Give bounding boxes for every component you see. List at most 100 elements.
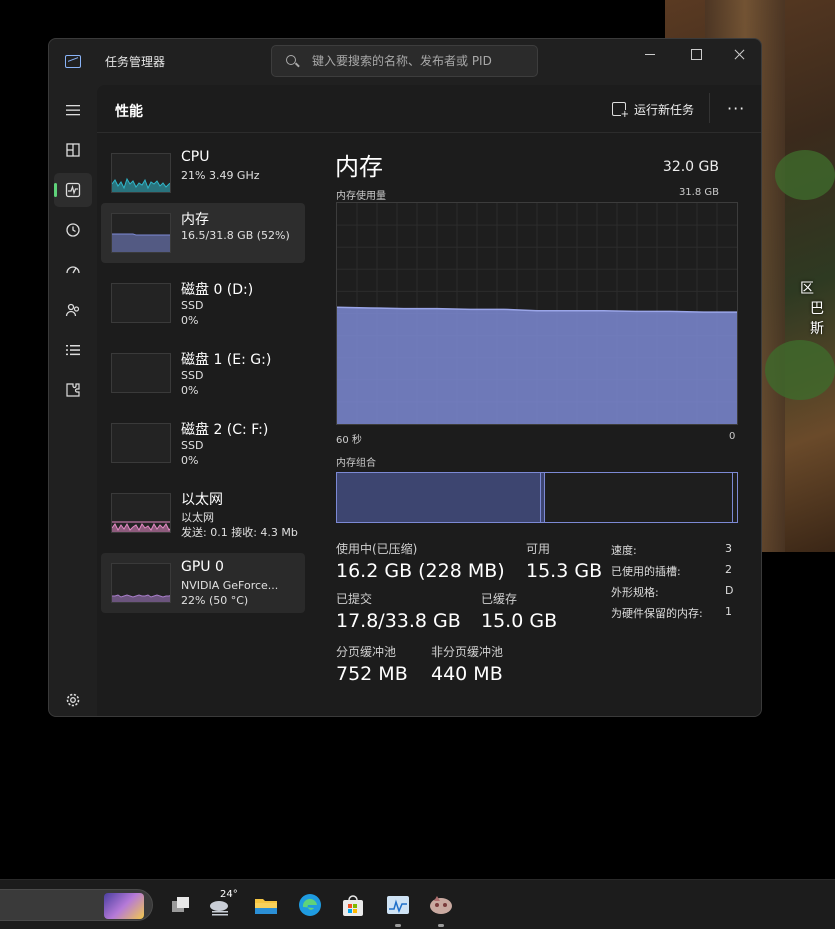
leaf-shape bbox=[775, 150, 835, 200]
perf-item-ethernet[interactable]: 以太网 以太网 发送: 0.1 接收: 4.3 Mb bbox=[101, 483, 305, 543]
task-manager-taskbar-icon[interactable] bbox=[385, 892, 411, 918]
composition-segment bbox=[545, 473, 733, 522]
kv-speed: 速度: 3 bbox=[611, 542, 732, 558]
x-axis-end-label: 0 bbox=[729, 431, 736, 442]
header-divider bbox=[709, 93, 710, 123]
title-bar[interactable]: 任务管理器 bbox=[49, 39, 761, 85]
perf-item-gpu[interactable]: GPU 0 NVIDIA GeForce... 22% (50 °C) bbox=[101, 553, 305, 613]
stat-value: 752 MB bbox=[336, 663, 408, 685]
perf-item-detail: 16.5/31.8 GB (52%) bbox=[181, 229, 290, 242]
ethernet-thumbnail-graph bbox=[111, 493, 171, 533]
memory-total: 32.0 GB bbox=[662, 159, 719, 175]
stat-in-use: 使用中(已压缩) 16.2 GB (228 MB) bbox=[336, 540, 505, 582]
hamburger-menu-icon[interactable] bbox=[54, 93, 92, 127]
perf-item-type: SSD bbox=[181, 299, 204, 312]
disk-thumbnail-graph bbox=[111, 353, 171, 393]
perf-item-disk-0[interactable]: 磁盘 0 (D:) SSD 0% bbox=[101, 273, 305, 333]
startup-apps-icon[interactable] bbox=[54, 253, 92, 287]
page-header: 性能 运行新任务 ··· bbox=[97, 85, 761, 133]
search-box[interactable] bbox=[271, 45, 538, 77]
composition-segment bbox=[733, 473, 737, 522]
thumbnail-area bbox=[112, 179, 170, 192]
processes-icon[interactable] bbox=[54, 133, 92, 167]
file-explorer-icon[interactable] bbox=[253, 892, 279, 918]
stat-label: 已提交 bbox=[336, 592, 373, 606]
perf-item-cpu[interactable]: CPU 21% 3.49 GHz bbox=[101, 143, 305, 203]
edge-browser-icon[interactable] bbox=[297, 892, 323, 918]
perf-item-disk-2[interactable]: 磁盘 2 (C: F:) SSD 0% bbox=[101, 413, 305, 473]
usage-graph-label: 内存使用量 bbox=[336, 191, 386, 202]
taskbar-search[interactable] bbox=[0, 889, 153, 921]
stat-nonpaged-pool: 非分页缓冲池 440 MB bbox=[431, 643, 503, 685]
gpu-thumbnail-graph bbox=[111, 563, 171, 603]
services-icon[interactable] bbox=[54, 373, 92, 407]
main-content: 性能 运行新任务 ··· CPU 21% 3.49 GHz 内存 16.5/31 bbox=[97, 85, 761, 716]
performance-icon[interactable] bbox=[54, 173, 92, 207]
stat-cached: 已缓存 15.0 GB bbox=[481, 590, 557, 632]
perf-item-detail: 21% 3.49 GHz bbox=[181, 169, 260, 182]
app-history-icon[interactable] bbox=[54, 213, 92, 247]
settings-gear-icon[interactable] bbox=[54, 683, 92, 716]
new-task-icon bbox=[612, 102, 629, 120]
memory-composition-bar bbox=[336, 472, 738, 523]
stat-value: 440 MB bbox=[431, 663, 503, 685]
memory-thumbnail-graph bbox=[111, 213, 171, 253]
task-manager-window: 任务管理器 键入要搜索的名称、发布者或 PID 性能 + 运行新任务 ··· C… bbox=[48, 38, 762, 717]
maximize-button[interactable] bbox=[673, 39, 719, 71]
kv-key: 外形规格: bbox=[611, 586, 659, 599]
stat-label: 已缓存 bbox=[481, 592, 518, 606]
detail-title: 内存 bbox=[335, 153, 383, 181]
perf-item-memory[interactable]: 内存 16.5/31.8 GB (52%) bbox=[101, 203, 305, 263]
details-icon[interactable] bbox=[54, 333, 92, 367]
run-new-task-button[interactable]: 运行新任务 bbox=[612, 99, 694, 120]
window-title: 任务管理器 bbox=[105, 55, 166, 69]
search-input[interactable] bbox=[312, 52, 532, 70]
perf-item-usage: 22% (50 °C) bbox=[181, 594, 249, 607]
stat-committed: 已提交 17.8/33.8 GB bbox=[336, 590, 461, 632]
kv-key: 为硬件保留的内存: bbox=[611, 607, 703, 620]
perf-item-usage: 0% bbox=[181, 384, 199, 397]
perf-item-name: 磁盘 2 (C: F:) bbox=[181, 422, 269, 438]
stat-label: 可用 bbox=[526, 542, 551, 556]
taskbar: 24° bbox=[0, 879, 835, 929]
perf-item-name: GPU 0 bbox=[181, 559, 224, 575]
disk-thumbnail-graph bbox=[111, 423, 171, 463]
task-view-icon[interactable] bbox=[167, 892, 193, 918]
perf-item-usage: 0% bbox=[181, 314, 199, 327]
kv-value: 2 bbox=[725, 563, 732, 576]
leaf-shape bbox=[765, 340, 835, 400]
stat-value: 15.0 GB bbox=[481, 610, 558, 632]
perf-item-type: SSD bbox=[181, 439, 204, 452]
perf-item-name: 以太网 bbox=[181, 492, 223, 508]
perf-item-throughput: 发送: 0.1 接收: 4.3 Mb bbox=[181, 526, 298, 539]
search-highlight-image bbox=[104, 893, 144, 919]
close-button[interactable] bbox=[717, 39, 761, 71]
users-icon[interactable] bbox=[54, 293, 92, 327]
cpu-thumbnail-graph bbox=[111, 153, 171, 193]
stat-label: 分页缓冲池 bbox=[336, 645, 397, 659]
kv-hardware-reserved: 为硬件保留的内存: 1 bbox=[611, 605, 732, 621]
stat-label: 非分页缓冲池 bbox=[431, 645, 504, 659]
perf-item-name: 磁盘 1 (E: G:) bbox=[181, 352, 272, 368]
memory-usage-graph bbox=[336, 202, 738, 425]
desktop: 区 巴斯 任务管理器 键入要搜索的名称、发布者或 PID 性能 + 运行新任务 … bbox=[0, 0, 835, 929]
game-app-icon[interactable] bbox=[428, 892, 454, 918]
stat-value: 17.8/33.8 GB bbox=[336, 610, 461, 632]
more-options-icon[interactable]: ··· bbox=[727, 99, 745, 118]
composition-label: 内存组合 bbox=[336, 458, 376, 469]
minimize-button[interactable] bbox=[627, 39, 673, 71]
perf-item-disk-1[interactable]: 磁盘 1 (E: G:) SSD 0% bbox=[101, 343, 305, 403]
perf-item-type: SSD bbox=[181, 369, 204, 382]
perf-item-usage: 0% bbox=[181, 454, 199, 467]
nav-rail bbox=[49, 85, 97, 716]
weather-temperature: 24° bbox=[220, 889, 238, 900]
memory-usage-area bbox=[337, 307, 737, 424]
page-title: 性能 bbox=[115, 104, 143, 120]
game-label-2: 巴斯 bbox=[810, 301, 824, 337]
game-label-1: 区 bbox=[800, 281, 814, 297]
thumbnail-area bbox=[112, 234, 170, 252]
perf-item-name: 内存 bbox=[181, 212, 209, 228]
kv-slots-used: 已使用的插槽: 2 bbox=[611, 563, 732, 579]
microsoft-store-icon[interactable] bbox=[340, 892, 366, 918]
running-indicator bbox=[438, 924, 444, 927]
